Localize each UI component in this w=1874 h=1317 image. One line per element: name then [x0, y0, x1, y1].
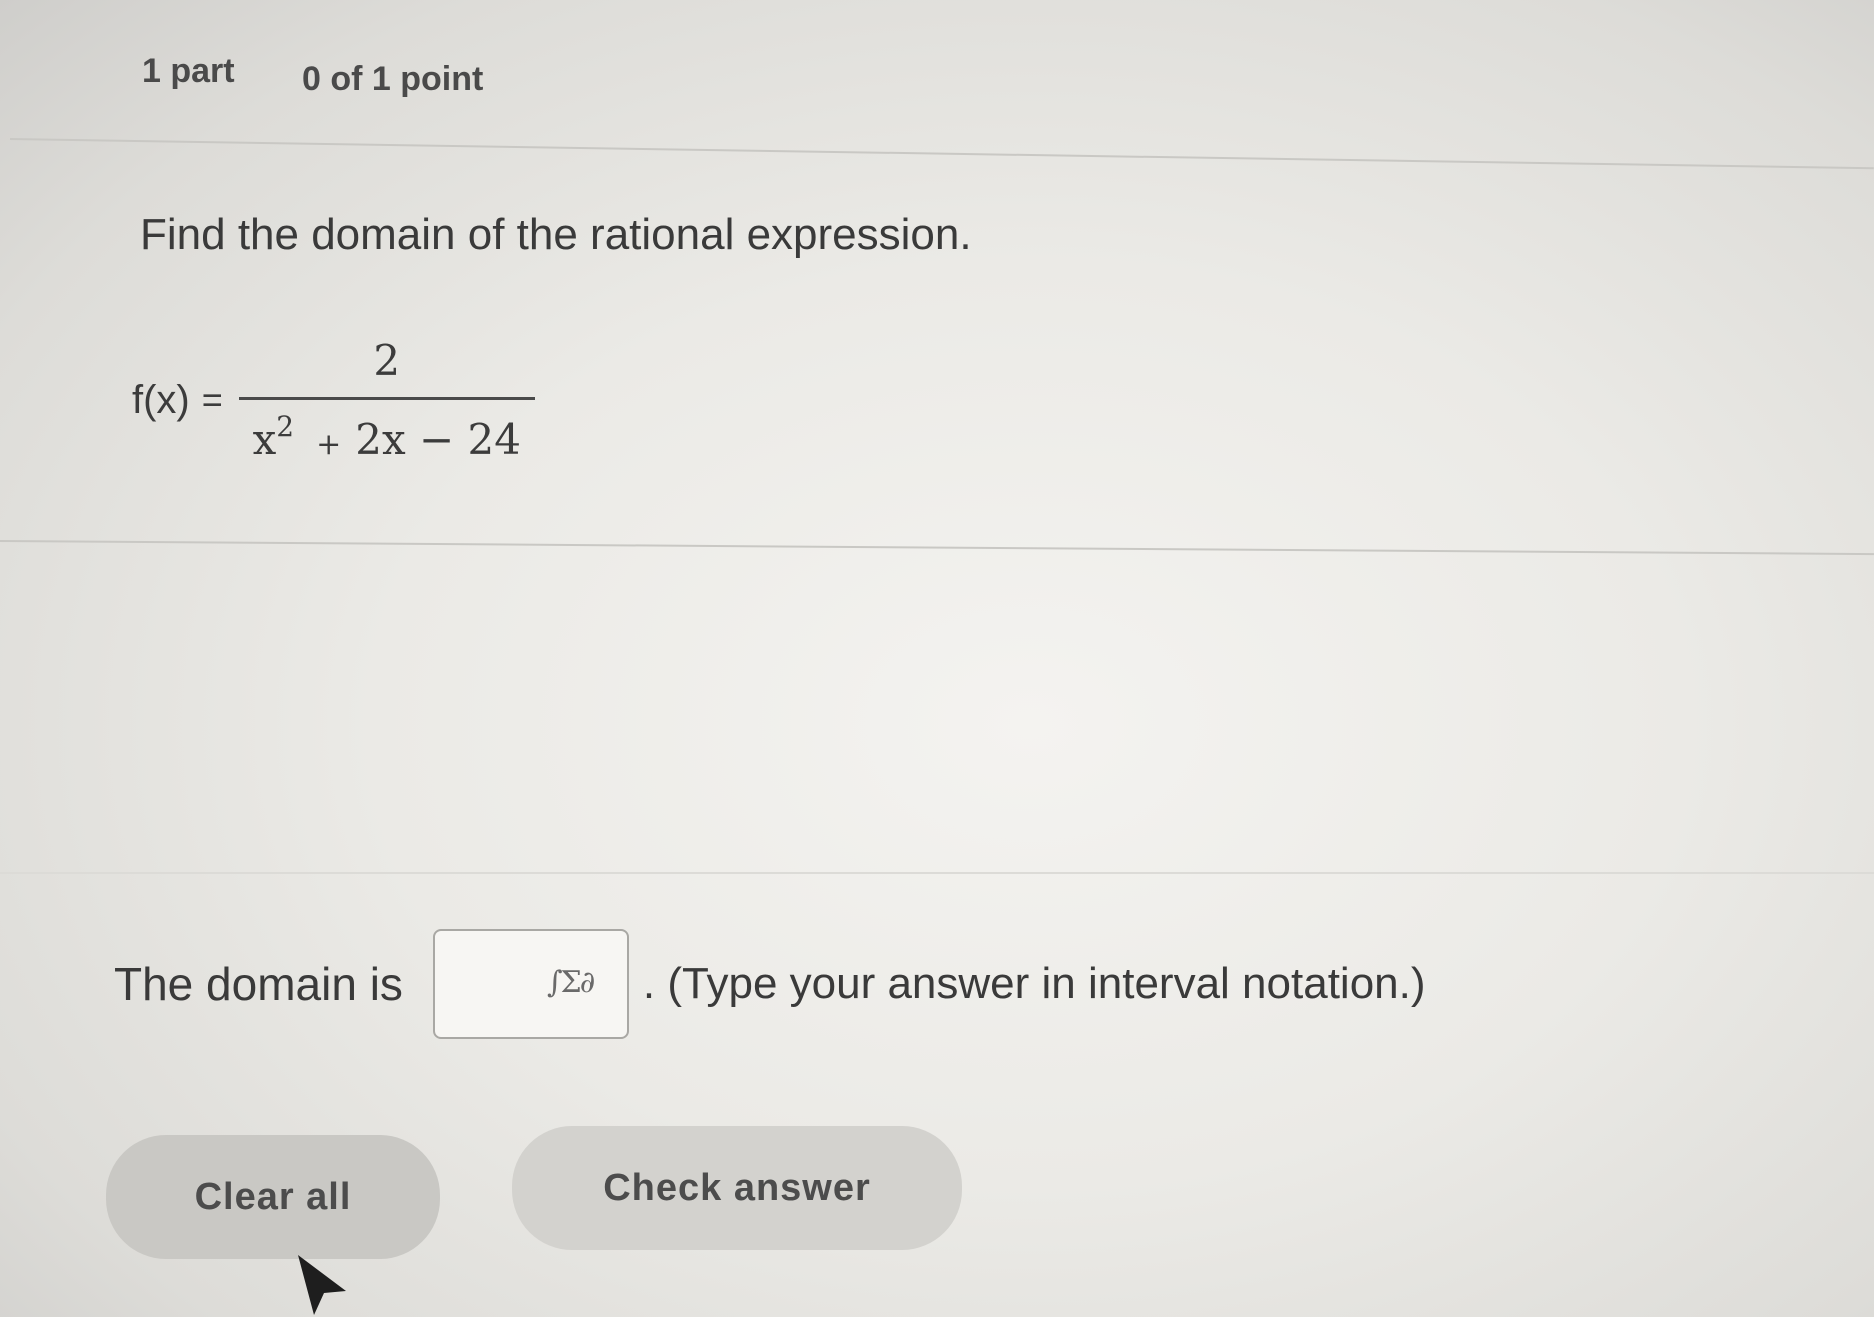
rational-expression: f(x) = 2 x2+ 2x − 24: [132, 330, 535, 470]
points-score: 0 of 1 point: [302, 60, 484, 98]
answer-row: The domain is ∫Σ∂ . (Type your answer in…: [114, 928, 1426, 1040]
question-prompt: Find the domain of the rational expressi…: [140, 210, 972, 259]
denominator-rest: 2x − 24: [355, 415, 521, 464]
parts-count: 1 part: [142, 52, 235, 90]
denominator-plus: +: [316, 427, 342, 462]
answer-divider: [0, 872, 1874, 874]
clear-all-button[interactable]: Clear all: [106, 1135, 440, 1259]
question-header: 1 part 0 of 1 point: [0, 0, 1874, 140]
function-label: f(x): [132, 377, 190, 422]
numerator: 2: [373, 336, 401, 385]
denominator-exponent: 2: [276, 410, 295, 443]
mouse-pointer-icon: [298, 1255, 346, 1315]
answer-instruction: . (Type your answer in interval notation…: [642, 959, 1426, 1008]
denominator: x2 + 2x − 24: [253, 400, 521, 464]
equals-sign: =: [201, 379, 223, 420]
check-answer-button[interactable]: Check answer: [512, 1126, 962, 1250]
domain-answer-input[interactable]: ∫Σ∂: [432, 929, 629, 1039]
denominator-variable: x: [252, 415, 277, 464]
fraction: 2 x2+ 2x − 24: [238, 336, 535, 464]
domain-label: The domain is: [114, 958, 403, 1010]
math-palette-icon[interactable]: ∫Σ∂: [547, 965, 595, 1000]
